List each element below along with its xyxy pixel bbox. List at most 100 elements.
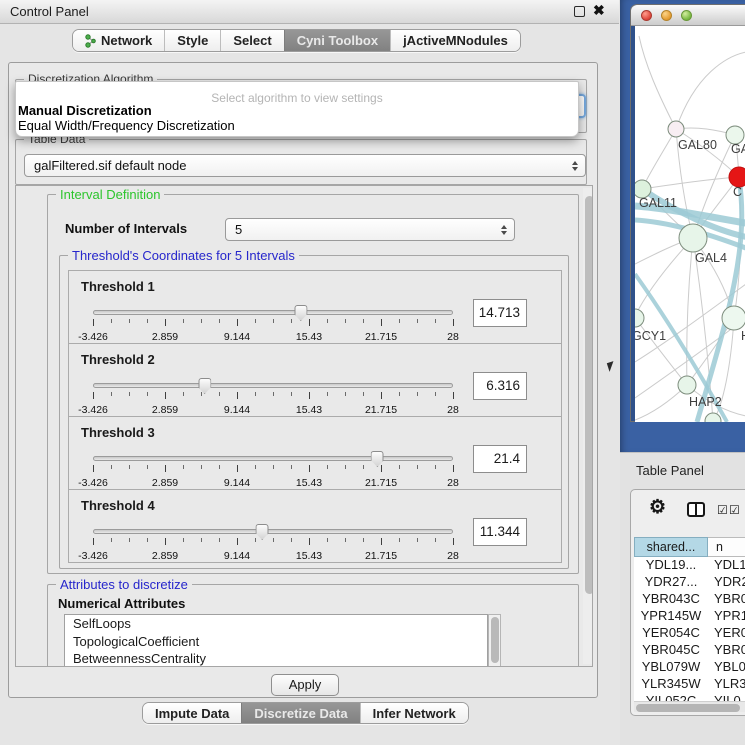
cell[interactable]: YBR045C bbox=[634, 642, 708, 659]
table-row[interactable]: YER054CYER0 bbox=[634, 625, 745, 642]
slider-track[interactable] bbox=[93, 310, 453, 315]
scrollbar-thumb[interactable] bbox=[491, 617, 499, 663]
cell[interactable]: YBL079W bbox=[634, 659, 708, 676]
table-row[interactable]: YDL19...YDL1 bbox=[634, 557, 745, 574]
tab-cyni-toolbox[interactable]: Cyni Toolbox bbox=[284, 30, 390, 51]
tab-label: Discretize Data bbox=[254, 706, 347, 721]
cell[interactable]: YER0 bbox=[708, 625, 745, 642]
network-edge[interactable] bbox=[642, 177, 739, 189]
network-canvas[interactable]: GAL80GACGAL11GAL4GCY1HHAP2 bbox=[635, 26, 745, 422]
network-window-titlebar[interactable] bbox=[631, 5, 745, 26]
list-item[interactable]: SelfLoops bbox=[65, 615, 487, 633]
column-header[interactable]: n bbox=[708, 537, 745, 557]
slider-track[interactable] bbox=[93, 529, 453, 534]
table-row[interactable]: YBL079WYBL0 bbox=[634, 659, 745, 676]
GAL80-node[interactable] bbox=[668, 121, 684, 137]
checkbox-icon[interactable]: ☑ bbox=[717, 503, 728, 517]
network-edge[interactable] bbox=[676, 52, 745, 129]
num-intervals-combobox[interactable]: 5 bbox=[225, 218, 515, 241]
cell[interactable]: YIL0 bbox=[708, 693, 745, 701]
control-panel-titlebar: Control Panel ✖ bbox=[0, 0, 619, 24]
GCY1-node[interactable] bbox=[635, 309, 644, 327]
threshold-block: Threshold 4 -3.4262.8599.14415.4321.7152… bbox=[68, 489, 562, 563]
dropdown-option-equal-width[interactable]: Equal Width/Frequency Discretization bbox=[18, 118, 235, 133]
threshold-value-box[interactable]: 21.4 bbox=[473, 445, 527, 473]
panel-vertical-scrollbar[interactable] bbox=[583, 188, 593, 664]
apply-button[interactable]: Apply bbox=[271, 674, 339, 696]
list-item[interactable]: TopologicalCoefficient bbox=[65, 633, 487, 651]
attributes-list-scrollbar[interactable] bbox=[488, 614, 501, 667]
list-item[interactable]: BetweennessCentrality bbox=[65, 650, 487, 667]
threshold-value-box[interactable]: 11.344 bbox=[473, 518, 527, 546]
tab-label: Impute Data bbox=[155, 706, 229, 721]
cell[interactable]: YLR3 bbox=[708, 676, 745, 693]
cell[interactable]: YDL19... bbox=[634, 557, 708, 574]
table-data-combobox[interactable]: galFiltered.sif default node bbox=[24, 154, 586, 177]
node-label: GA bbox=[731, 142, 745, 156]
float-window-icon[interactable] bbox=[574, 6, 585, 17]
threshold-value-box[interactable]: 14.713 bbox=[473, 299, 527, 327]
table-row[interactable]: YLR345WYLR3 bbox=[634, 676, 745, 693]
tab-style[interactable]: Style bbox=[164, 30, 220, 51]
cell[interactable]: YBR0 bbox=[708, 591, 745, 608]
cell[interactable]: YPR1 bbox=[708, 608, 745, 625]
cell[interactable]: YDR27... bbox=[634, 574, 708, 591]
table-data-group: Table Data galFiltered.sif default node bbox=[15, 139, 587, 185]
slider-tick-labels: -3.4262.8599.14415.4321.71528 bbox=[93, 550, 453, 562]
network-window: GAL80GACGAL11GAL4GCY1HHAP2 bbox=[630, 4, 745, 422]
slider-track[interactable] bbox=[93, 383, 453, 388]
table-row[interactable]: YBR043CYBR0 bbox=[634, 591, 745, 608]
column-header[interactable]: shared... bbox=[634, 537, 708, 557]
table-row[interactable]: YBR045CYBR0 bbox=[634, 642, 745, 659]
numerical-attributes-list[interactable]: SelfLoops TopologicalCoefficient Between… bbox=[64, 614, 488, 667]
threshold-label: Threshold 3 bbox=[81, 425, 155, 440]
GAL4-node[interactable] bbox=[679, 224, 707, 252]
network-edge[interactable] bbox=[639, 36, 676, 129]
HAP2-node[interactable] bbox=[678, 376, 696, 394]
node[interactable] bbox=[722, 306, 745, 330]
close-icon[interactable]: ✖ bbox=[593, 2, 605, 19]
red-node[interactable] bbox=[729, 167, 745, 187]
cell[interactable]: YBR0 bbox=[708, 642, 745, 659]
cell[interactable]: YER054C bbox=[634, 625, 708, 642]
group-title: Interval Definition bbox=[56, 187, 164, 202]
tab-infer-network[interactable]: Infer Network bbox=[360, 703, 468, 723]
cell[interactable]: YDL1 bbox=[708, 557, 745, 574]
table-row[interactable]: YIL052CYIL0 bbox=[634, 693, 745, 701]
node[interactable] bbox=[705, 413, 721, 422]
tab-select[interactable]: Select bbox=[220, 30, 283, 51]
cell[interactable]: YPR145W bbox=[634, 608, 708, 625]
tab-discretize-data[interactable]: Discretize Data bbox=[241, 703, 359, 723]
scrollbar-thumb[interactable] bbox=[636, 704, 740, 712]
tab-jactivemnodules[interactable]: jActiveMNodules bbox=[390, 30, 520, 51]
tab-network[interactable]: Network bbox=[73, 30, 164, 51]
table-horizontal-scrollbar[interactable] bbox=[634, 701, 745, 712]
threshold-block: Threshold 1 -3.4262.8599.14415.4321.7152… bbox=[68, 270, 562, 344]
node-label: HAP2 bbox=[689, 395, 722, 409]
table-row[interactable]: YDR27...YDR2 bbox=[634, 574, 745, 591]
node-label: GCY1 bbox=[635, 329, 666, 343]
tab-impute-data[interactable]: Impute Data bbox=[143, 703, 241, 723]
table-body: YDL19...YDL1 YDR27...YDR2 YBR043CYBR0 YP… bbox=[634, 557, 745, 701]
cell[interactable]: YBL0 bbox=[708, 659, 745, 676]
numerical-attributes-label: Numerical Attributes bbox=[58, 596, 185, 611]
group-title: Threshold's Coordinates for 5 Intervals bbox=[68, 248, 299, 263]
minimize-traffic-light-icon[interactable] bbox=[661, 10, 672, 21]
cell[interactable]: YLR345W bbox=[634, 676, 708, 693]
zoom-traffic-light-icon[interactable] bbox=[681, 10, 692, 21]
scrollbar-thumb[interactable] bbox=[585, 196, 594, 594]
checkbox-icon[interactable]: ☑ bbox=[729, 503, 740, 517]
threshold-value-box[interactable]: 6.316 bbox=[473, 372, 527, 400]
cell[interactable]: YIL052C bbox=[634, 693, 708, 701]
cell[interactable]: YDR2 bbox=[708, 574, 745, 591]
close-traffic-light-icon[interactable] bbox=[641, 10, 652, 21]
slider-ticks bbox=[93, 392, 453, 400]
cell[interactable]: YBR043C bbox=[634, 591, 708, 608]
slider-track[interactable] bbox=[93, 456, 453, 461]
gear-icon[interactable]: ⚙ bbox=[649, 496, 666, 519]
dropdown-option-manual[interactable]: Manual Discretization bbox=[18, 103, 152, 118]
split-columns-icon[interactable] bbox=[687, 502, 705, 517]
slider-ticks bbox=[93, 319, 453, 327]
table-row[interactable]: YPR145WYPR1 bbox=[634, 608, 745, 625]
network-edge[interactable] bbox=[642, 129, 676, 189]
